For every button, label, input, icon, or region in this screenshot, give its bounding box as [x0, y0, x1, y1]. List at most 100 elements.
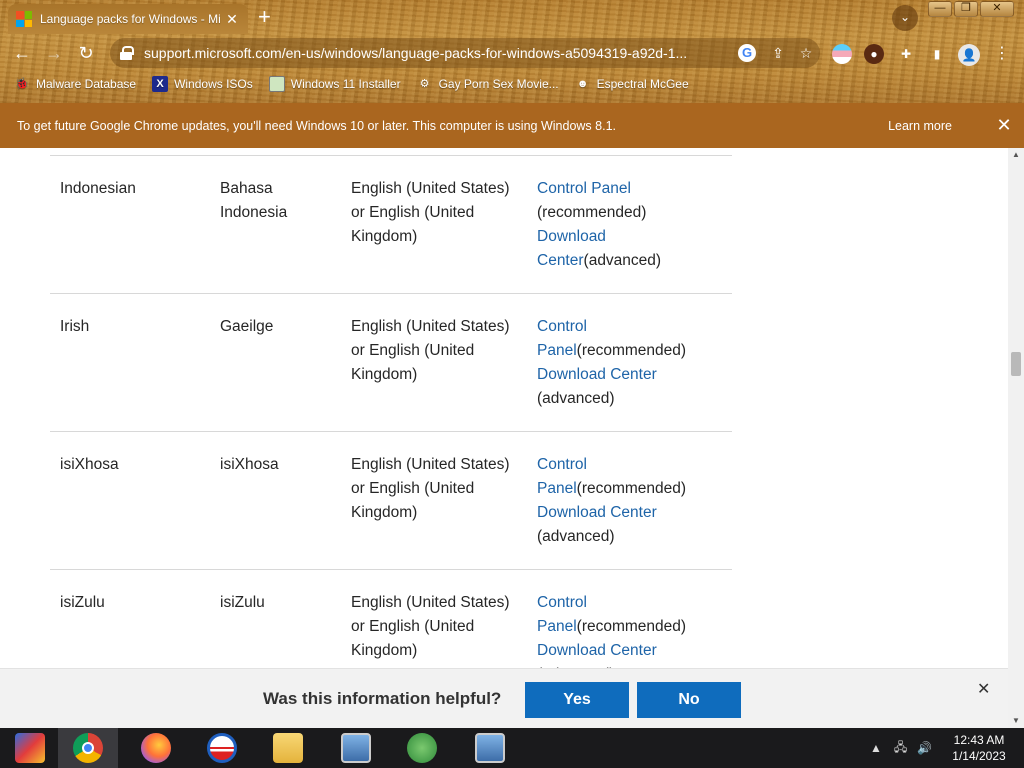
image-icon — [268, 76, 285, 92]
users-icon — [407, 733, 437, 763]
infobar-close-icon[interactable]: ✕ — [984, 115, 1024, 136]
back-icon[interactable]: ← — [10, 41, 34, 65]
extensions-puzzle-icon[interactable]: ✚ — [896, 44, 916, 64]
table-row: isiXhosa isiXhosa English (United States) … — [50, 432, 732, 570]
restore-button[interactable]: ❐ — [954, 1, 978, 17]
recommended-note: (recommended) — [576, 618, 687, 635]
table-row: Indonesian Bahasa Indonesia English (Unite… — [50, 155, 732, 294]
page-scrollbar[interactable]: ▲ ▼ — [1008, 148, 1024, 728]
bookmark-site[interactable]: ⚙ Gay Porn Sex Movie... — [417, 76, 559, 92]
google-icon[interactable]: G — [738, 44, 756, 62]
bookmark-windows-isos[interactable]: X Windows ISOs — [152, 76, 253, 92]
native-name: Gaeilge — [220, 318, 274, 335]
yes-button[interactable]: Yes — [525, 682, 629, 718]
tab-close-icon[interactable]: ✕ — [224, 11, 240, 28]
bookmark-label: Espectral McGee — [596, 77, 689, 91]
bookmarks-bar: 🐞 Malware Database X Windows ISOs Window… — [0, 72, 1024, 96]
network-icon[interactable]: 🖧 — [894, 738, 907, 759]
new-tab-button[interactable]: + — [258, 6, 271, 28]
bookmark-malware-database[interactable]: 🐞 Malware Database — [14, 76, 136, 92]
chrome-update-infobar: To get future Google Chrome updates, you… — [0, 103, 1024, 148]
clock-date: 1/14/2023 — [952, 749, 1006, 763]
clock-time: 12:43 AM — [953, 733, 1005, 747]
taskbar-network-computer[interactable] — [326, 728, 386, 768]
base-language: English (United States) or English (Unit… — [351, 180, 510, 245]
download-center-link[interactable]: Download Center — [537, 366, 657, 383]
feedback-question: Was this information helpful? — [263, 689, 502, 708]
side-panel-icon[interactable]: ▮ — [927, 44, 947, 64]
base-language: English (United States) or English (Unit… — [351, 456, 510, 521]
language-name: isiXhosa — [60, 456, 119, 473]
minimize-button[interactable]: — — [928, 1, 952, 17]
recommended-note: (recommended) — [537, 204, 647, 221]
browser-chrome: Language packs for Windows - Mi ✕ + ⌄ — … — [0, 0, 1024, 103]
browser-tab[interactable]: Language packs for Windows - Mi ✕ — [8, 4, 248, 34]
install-options: Control Panel(recommended) Download Cente… — [527, 294, 732, 432]
network-computer-icon-2 — [475, 733, 505, 763]
bookmark-espectral-mcgee[interactable]: ☻ Espectral McGee — [575, 76, 689, 92]
learn-more-link[interactable]: Learn more — [888, 119, 952, 133]
bookmark-label: Windows 11 Installer — [290, 77, 401, 91]
profile-extension-icon[interactable]: ● — [864, 44, 884, 64]
advanced-note: (advanced) — [537, 528, 615, 545]
taskbar-chrome[interactable] — [58, 728, 118, 768]
microsoft-logo-icon — [16, 11, 32, 27]
reload-icon[interactable]: ↻ — [74, 41, 98, 65]
scroll-down-icon[interactable]: ▼ — [1008, 714, 1024, 728]
advanced-note: (advanced) — [537, 390, 615, 407]
address-bar[interactable]: support.microsoft.com/en-us/windows/lang… — [110, 38, 820, 68]
recommended-note: (recommended) — [576, 342, 687, 359]
base-language: English (United States) or English (Unit… — [351, 318, 510, 383]
bookmark-windows-11-installer[interactable]: Windows 11 Installer — [268, 76, 401, 92]
infobar-message: To get future Google Chrome updates, you… — [17, 118, 616, 133]
share-icon[interactable]: ⇪ — [764, 45, 792, 62]
install-options: Control Panel(recommended) Download Cente… — [527, 432, 732, 570]
profile-avatar-icon[interactable]: 👤 — [958, 44, 980, 66]
taskbar-clock[interactable]: 12:43 AM 1/14/2023 — [944, 732, 1014, 764]
file-explorer-icon — [273, 733, 303, 763]
tray-expand-icon[interactable]: ▲ — [870, 741, 882, 755]
native-name: isiZulu — [220, 594, 265, 611]
site-icon: ⚙ — [419, 78, 430, 90]
close-window-button[interactable]: ✕ — [980, 1, 1014, 17]
obama-logo-icon — [207, 733, 237, 763]
chrome-icon — [73, 733, 103, 763]
taskbar-network-computer-2[interactable] — [460, 728, 520, 768]
ghost-icon: ☻ — [576, 78, 589, 90]
no-button[interactable]: No — [637, 682, 741, 718]
native-name: isiXhosa — [220, 456, 279, 473]
recommended-note: (recommended) — [576, 480, 687, 497]
volume-icon[interactable]: 🔊 — [917, 741, 932, 755]
base-language: English (United States) or English (Unit… — [351, 594, 510, 659]
browser-toolbar: ← → ↻ support.microsoft.com/en-us/window… — [0, 36, 1024, 70]
tab-title: Language packs for Windows - Mi — [40, 12, 221, 26]
taskbar-app-circle[interactable] — [192, 728, 252, 768]
control-panel-link[interactable]: Control Panel — [537, 180, 631, 197]
url-text: support.microsoft.com/en-us/windows/lang… — [144, 45, 688, 61]
bookmark-label: Gay Porn Sex Movie... — [438, 77, 559, 91]
forward-icon[interactable]: → — [42, 41, 66, 65]
bookmark-label: Windows ISOs — [174, 77, 253, 91]
menu-kebab-icon[interactable]: ⋮ — [992, 44, 1012, 64]
bookmark-star-icon[interactable]: ☆ — [792, 45, 820, 62]
language-packs-table: Indonesian Bahasa Indonesia English (Unite… — [50, 155, 732, 668]
page-content: Indonesian Bahasa Indonesia English (Unite… — [0, 148, 1008, 668]
taskbar-file-explorer[interactable] — [258, 728, 318, 768]
windows-taskbar: ▲ 🖧 🔊 12:43 AM 1/14/2023 — [0, 728, 1024, 768]
flag-extension-icon[interactable] — [832, 44, 852, 64]
advanced-note: (advanced) — [583, 252, 662, 269]
taskbar-users[interactable] — [392, 728, 452, 768]
lock-icon — [120, 46, 134, 60]
table-row: Irish Gaeilge English (United States) or E… — [50, 294, 732, 432]
download-center-link[interactable]: Download Center — [537, 642, 657, 659]
tab-search-icon[interactable]: ⌄ — [892, 5, 918, 31]
scrollbar-thumb[interactable] — [1011, 352, 1021, 376]
x-logo-icon: X — [152, 76, 169, 92]
taskbar-firefox[interactable] — [126, 728, 186, 768]
download-center-link[interactable]: Download Center — [537, 504, 657, 521]
language-name: isiZulu — [60, 594, 105, 611]
feedback-close-icon[interactable]: ✕ — [977, 679, 990, 699]
install-options: Control Panel(recommended) Download Cente… — [527, 570, 732, 668]
start-button[interactable] — [0, 728, 60, 768]
scroll-up-icon[interactable]: ▲ — [1008, 148, 1024, 162]
